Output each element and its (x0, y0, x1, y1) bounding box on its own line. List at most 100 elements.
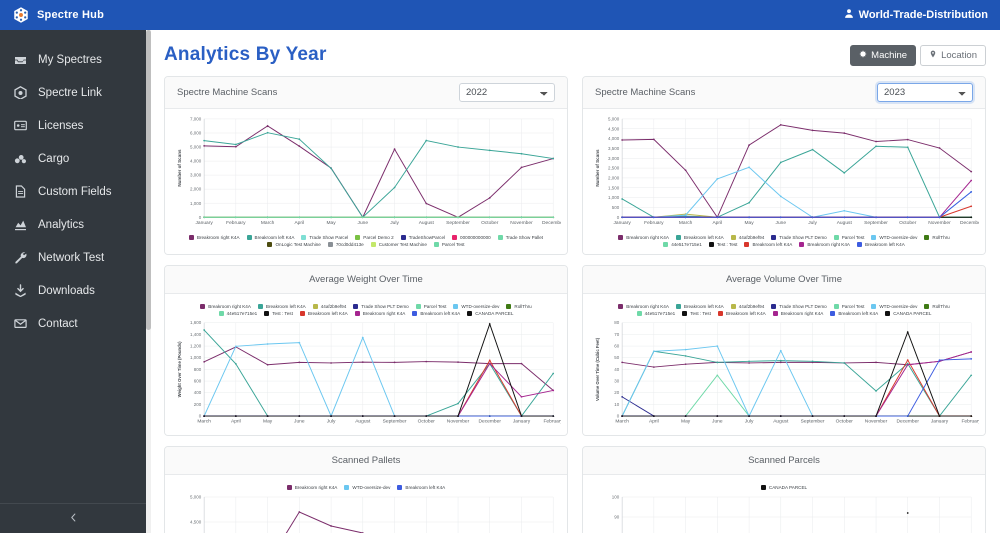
svg-text:May: May (745, 220, 755, 226)
legend-swatch (506, 304, 512, 309)
legend-swatch (924, 304, 930, 309)
legend-item[interactable]: Breakroom left K4A (397, 485, 445, 490)
svg-text:September: September (383, 419, 407, 425)
toggle-location[interactable]: Location (920, 44, 986, 66)
legend-item[interactable]: Customer Test Machine (370, 242, 427, 247)
legend-item[interactable]: Trade Show PLT Demo (353, 304, 409, 309)
svg-text:March: March (679, 220, 693, 226)
legend-item[interactable]: Parcel Test (833, 304, 865, 309)
legend-item[interactable]: Breakroom left K4A (717, 311, 766, 316)
legend-item[interactable]: Breakroom right K4A (618, 235, 669, 240)
legend-item[interactable]: Breakroom left K4A (830, 311, 878, 316)
legend-item[interactable]: RollThru (924, 304, 950, 309)
svg-text:5,000: 5,000 (190, 495, 202, 500)
legend-item[interactable]: Parcel Demo 2 (355, 235, 394, 240)
sidebar-item-spectre-link[interactable]: Spectre Link (0, 76, 146, 109)
sidebar-collapse-button[interactable] (0, 503, 146, 533)
svg-text:5,000: 5,000 (190, 145, 202, 150)
legend-item[interactable]: RollThru (924, 235, 950, 240)
sidebar-item-contact[interactable]: Contact (0, 307, 146, 340)
sidebar-item-network-test[interactable]: Network Test (0, 241, 146, 274)
legend-item[interactable]: Test : Test (708, 242, 737, 247)
legend-swatch (264, 311, 270, 316)
legend-label: 44af2b9ef94 (738, 235, 765, 240)
legend-item[interactable]: 44e517e715e1 (663, 242, 702, 247)
sidebar-item-cargo[interactable]: Cargo (0, 142, 146, 175)
legend-item[interactable]: Trade Show PLT Demo (771, 235, 827, 240)
legend-item[interactable]: Breakroom right K4A (200, 304, 251, 309)
legend-item[interactable]: 70cd0dd413e (327, 242, 364, 247)
sidebar-item-analytics[interactable]: Analytics (0, 208, 146, 241)
legend-swatch (301, 235, 307, 240)
sidebar-item-licenses[interactable]: Licenses (0, 109, 146, 142)
legend-item[interactable]: 44e517e715e1 (218, 311, 257, 316)
legend-item[interactable]: Parcel Test (433, 242, 465, 247)
legend-item[interactable]: Test : Test (264, 311, 293, 316)
legend-label: OnLogic Test Machine (275, 242, 321, 247)
svg-text:1,200: 1,200 (190, 344, 202, 349)
legend-item[interactable]: Test : Test (682, 311, 711, 316)
legend-item[interactable]: WTD-oversize-dev (871, 304, 917, 309)
svg-text:Number of Scans: Number of Scans (177, 149, 182, 187)
year-select[interactable]: 2020202120222023 (877, 83, 973, 102)
legend-item[interactable]: WTD-oversize-dev (453, 304, 499, 309)
legend-swatch (412, 311, 418, 316)
legend-item[interactable]: Breakroom right K4A (188, 235, 240, 240)
sidebar: My Spectres Spectre Link Licenses Cargo Cust… (0, 30, 146, 533)
toggle-machine[interactable]: Machine (850, 44, 917, 66)
legend-item[interactable]: WTD-oversize-dev (344, 485, 390, 490)
legend-item[interactable]: Breakroom left K4A (412, 311, 460, 316)
legend-item[interactable]: Breakroom left K4A (257, 304, 306, 309)
legend-item[interactable]: TradeShowParcel (400, 235, 445, 240)
year-select[interactable]: 2020202120222023 (459, 83, 555, 102)
legend-item[interactable]: 44af2b9ef94 (730, 304, 764, 309)
legend-item[interactable]: Breakroom right K4A (799, 242, 850, 247)
legend-item[interactable]: OnLogic Test Machine (267, 242, 321, 247)
legend-item[interactable]: Breakroom left K4A (744, 242, 792, 247)
legend-item[interactable]: 000000000000 (452, 235, 491, 240)
legend-item[interactable]: Breakroom left K4A (675, 304, 724, 309)
legend-item[interactable]: Parcel Test (415, 304, 446, 309)
legend-item[interactable]: Breakroom right K4A (618, 304, 669, 309)
legend-item[interactable]: 44af2b9ef94 (730, 235, 765, 240)
svg-text:600: 600 (194, 379, 202, 384)
legend-item[interactable]: Parcel Test (833, 235, 864, 240)
legend-item[interactable]: WTD-oversize-dev (871, 235, 917, 240)
sidebar-item-downloads[interactable]: Downloads (0, 274, 146, 307)
svg-text:1,000: 1,000 (190, 355, 202, 360)
legend-item[interactable]: CANADA PARCEL (760, 485, 807, 490)
scrollbar-thumb[interactable] (146, 30, 151, 330)
legend-swatch (433, 242, 439, 247)
legend-item[interactable]: Breakroom right K4A (354, 311, 405, 316)
account-menu[interactable]: World-Trade-Distribution (844, 8, 1000, 22)
charts-grid: Spectre Machine Scans 2020202120222023 0 1,… (164, 76, 986, 533)
svg-text:2,000: 2,000 (190, 187, 202, 192)
legend-label: Parcel Test (841, 304, 865, 309)
legend-item[interactable]: Trade Show Parcel (301, 235, 348, 240)
legend-item[interactable]: CANADA PARCEL (467, 311, 513, 316)
sidebar-item-custom-fields[interactable]: Custom Fields (0, 175, 146, 208)
legend-item[interactable]: 44af2b9ef94 (312, 304, 346, 309)
svg-text:1,000: 1,000 (608, 195, 620, 200)
legend-item[interactable]: Breakroom left K4A (299, 311, 348, 316)
download-icon (13, 284, 27, 298)
legend-item[interactable]: Breakroom left K4A (856, 242, 905, 247)
legend-item[interactable]: Breakroom left K4A (675, 235, 724, 240)
legend-item[interactable]: Breakroom right K4A (286, 485, 337, 490)
legend-swatch (871, 235, 877, 240)
legend-item[interactable]: Trade Show Pallet (497, 235, 543, 240)
content-scrollbar[interactable] (146, 30, 151, 533)
legend-item[interactable]: RollThru (506, 304, 532, 309)
legend-item[interactable]: Trade Show PLT Demo (771, 304, 827, 309)
legend-item[interactable]: Breakroom left K4A (246, 235, 294, 240)
chart-card-header: Spectre Machine Scans 2020202120222023 (583, 77, 985, 109)
brand[interactable]: Spectre Hub (0, 6, 104, 24)
legend-item[interactable]: CANADA PARCEL (885, 311, 931, 316)
svg-text:March: March (615, 419, 629, 425)
gear-icon (859, 50, 867, 61)
legend-swatch (924, 235, 930, 240)
legend-item[interactable]: Breakroom right K4A (772, 311, 823, 316)
sidebar-item-my-spectres[interactable]: My Spectres (0, 43, 146, 76)
svg-text:August: August (837, 220, 853, 226)
legend-item[interactable]: 44e517e715e1 (636, 311, 675, 316)
